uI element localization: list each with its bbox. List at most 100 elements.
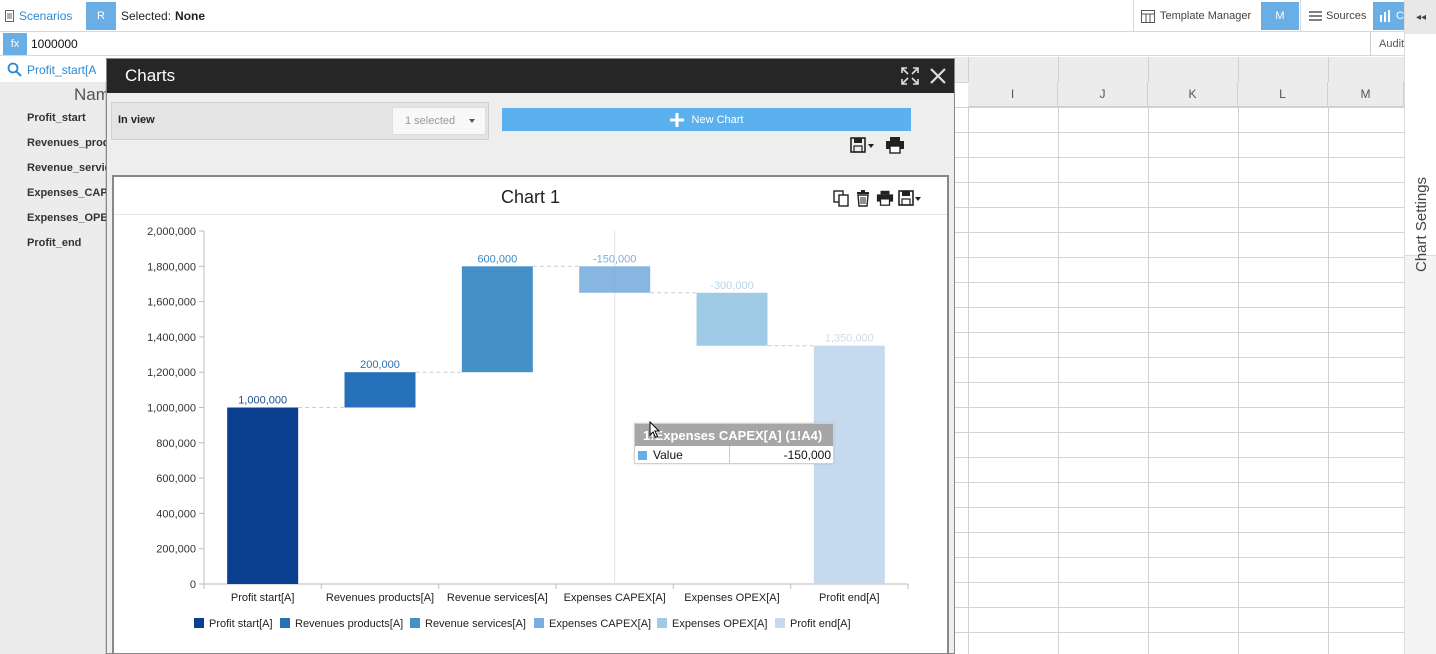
legend-swatch	[280, 618, 290, 628]
formula-bar: fx 1000000 Audit	[0, 32, 1404, 56]
expand-icon[interactable]	[901, 67, 919, 85]
row-name[interactable]: Expenses_OPEX	[27, 212, 106, 224]
column-header-l[interactable]: L	[1238, 82, 1328, 107]
tooltip-label: Value	[653, 448, 683, 462]
y-tick-label: 200,000	[156, 544, 196, 556]
y-tick-label: 1,000,000	[147, 403, 196, 415]
y-tick-label: 1,600,000	[147, 297, 196, 309]
legend-swatch	[194, 618, 204, 628]
template-manager-button[interactable]: Template Manager	[1133, 0, 1260, 32]
new-chart-label: New Chart	[691, 113, 744, 126]
row-name[interactable]: Expenses_CAPEX	[27, 187, 106, 199]
data-label: 1,000,000	[238, 395, 287, 407]
tooltip-swatch	[638, 451, 647, 460]
audit-button[interactable]: Audit	[1370, 32, 1404, 56]
data-label: -150,000	[593, 253, 636, 265]
chart-tooltip: 1!Expenses CAPEX[A] (1!A4) Value -150,00…	[634, 423, 834, 464]
data-label: 1,350,000	[825, 333, 874, 345]
column-header-i[interactable]: I	[968, 82, 1058, 107]
column-header-m[interactable]: M	[1328, 82, 1404, 107]
mouse-cursor-icon	[649, 421, 661, 439]
charts-window-title: Charts	[125, 66, 176, 85]
charts-window: Charts In view 1 selected New Chart Char…	[106, 58, 955, 654]
selected-value: None	[175, 9, 206, 23]
column-header-band	[954, 57, 1404, 82]
print-icon[interactable]	[885, 136, 905, 154]
legend-label: Profit end[A]	[790, 618, 851, 630]
document-icon	[5, 10, 14, 22]
chart-select-value: 1 selected	[405, 115, 456, 127]
name-box[interactable]: Profit_start[A	[0, 57, 106, 82]
chart-select-dropdown[interactable]: 1 selected	[392, 107, 486, 135]
tooltip-value: -150,000	[783, 448, 831, 462]
y-tick-label: 800,000	[156, 438, 196, 450]
grid-line	[1058, 57, 1059, 654]
caret-down-icon	[469, 119, 475, 123]
legend-label: Expenses OPEX[A]	[672, 618, 767, 630]
plus-icon	[669, 112, 684, 127]
y-tick-label: 1,400,000	[147, 332, 196, 344]
name-box-value: Profit_start[A	[27, 62, 97, 77]
template-manager-label: Template Manager	[1160, 10, 1252, 22]
tooltip-separator	[729, 446, 730, 464]
column-header-k[interactable]: K	[1148, 82, 1238, 107]
in-view-panel: In view 1 selected	[111, 102, 489, 140]
save-chart-dropdown-icon[interactable]	[898, 189, 924, 207]
row-name[interactable]: Profit_start	[27, 112, 106, 124]
x-tick-label: Revenue services[A]	[447, 592, 548, 604]
legend-swatch	[410, 618, 420, 628]
top-toolbar: Scenarios R Selected: None Template Mana…	[0, 0, 1404, 32]
x-tick-label: Expenses OPEX[A]	[684, 592, 779, 604]
x-tick-label: Profit start[A]	[231, 592, 295, 604]
new-chart-button[interactable]: New Chart	[502, 108, 911, 131]
m-button[interactable]: M	[1261, 2, 1299, 30]
chart-title: Chart 1	[500, 187, 561, 207]
chart-card-actions	[832, 189, 924, 207]
formula-input[interactable]: 1000000	[31, 32, 78, 56]
row-name[interactable]: Revenue_services	[27, 162, 106, 174]
x-tick-label: Expenses CAPEX[A]	[564, 592, 666, 604]
close-icon[interactable]	[928, 66, 948, 86]
search-icon	[7, 62, 22, 77]
row-name[interactable]: Profit_end	[27, 237, 106, 249]
bar-chart-icon	[1380, 10, 1390, 22]
scenarios-button[interactable]: Scenarios	[4, 0, 72, 32]
grid-line	[968, 57, 969, 654]
charts-button[interactable]: C	[1373, 2, 1404, 30]
waterfall-bar	[696, 292, 768, 346]
sources-label: Sources	[1326, 10, 1367, 22]
sources-button[interactable]: Sources	[1300, 0, 1372, 32]
print-chart-icon[interactable]	[876, 189, 894, 207]
legend-label: Profit start[A]	[209, 618, 273, 630]
fx-button[interactable]: fx	[3, 33, 27, 55]
legend-swatch	[775, 618, 785, 628]
grid-line	[1148, 57, 1149, 654]
chart-settings-tab[interactable]: Chart Settings	[1405, 34, 1436, 272]
data-label: 600,000	[477, 253, 517, 265]
tooltip-row: Value -150,000	[635, 446, 833, 464]
column-header-j[interactable]: J	[1058, 82, 1148, 107]
row-name[interactable]: Revenues_products	[27, 137, 106, 149]
y-tick-label: 0	[190, 579, 196, 591]
grid-line	[1328, 57, 1329, 654]
name-column-header: Nam	[74, 85, 106, 104]
legend-label: Expenses CAPEX[A]	[549, 618, 651, 630]
copy-icon[interactable]	[832, 189, 850, 207]
chart-card: Chart 1 0 200,000 400,000 600,000 800,000 1,0…	[112, 175, 949, 654]
legend-label: Revenues products[A]	[295, 618, 403, 630]
scenarios-label: Scenarios	[19, 9, 73, 23]
side-panel: ◂◂ Chart Settings	[1404, 0, 1436, 654]
save-dropdown-icon[interactable]	[850, 136, 878, 154]
data-label: 200,000	[360, 359, 400, 371]
legend-label: Revenue services[A]	[425, 618, 526, 630]
y-tick-label: 400,000	[156, 508, 196, 520]
r-button[interactable]: R	[86, 2, 116, 30]
y-tick-label: 600,000	[156, 473, 196, 485]
legend-swatch	[534, 618, 544, 628]
waterfall-bar	[813, 345, 885, 584]
trash-icon[interactable]	[854, 189, 872, 207]
y-tick-label: 1,200,000	[147, 367, 196, 379]
collapse-panel-button[interactable]: ◂◂	[1405, 0, 1436, 34]
x-tick-label: Revenues products[A]	[326, 592, 434, 604]
charts-window-titlebar[interactable]: Charts	[107, 59, 954, 93]
